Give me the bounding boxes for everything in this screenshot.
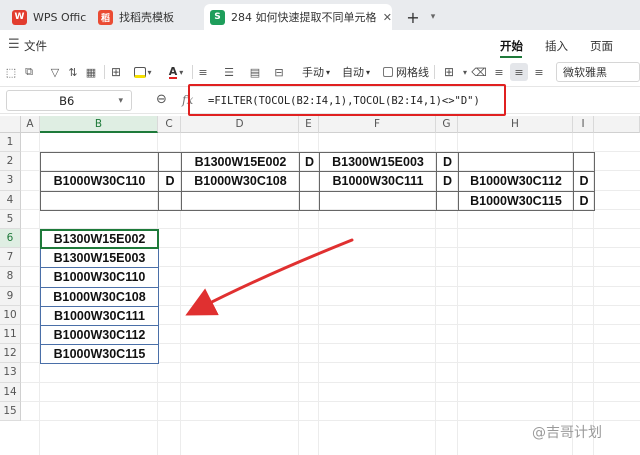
tab-label: 284 如何快速提取不同单元格的内 xyxy=(231,11,377,24)
tab-bar: W WPS Office 稻 找稻壳模板 S 284 如何快速提取不同单元格的内… xyxy=(0,0,640,30)
manual-label: 手动 xyxy=(301,66,324,79)
close-icon[interactable]: ✕ xyxy=(383,11,392,24)
paint-bucket-icon xyxy=(134,66,147,78)
hamburger-menu-icon[interactable]: ☰ xyxy=(8,37,20,52)
wps-window: W WPS Office 稻 找稻壳模板 S 284 如何快速提取不同单元格的内… xyxy=(0,0,640,455)
checkbox[interactable] xyxy=(383,67,393,77)
clear-icon[interactable]: ⌫ xyxy=(471,63,487,81)
name-box-value: B6 xyxy=(59,93,75,108)
font-color-button[interactable]: A ▾ xyxy=(164,63,188,81)
toolbar-separator xyxy=(104,65,105,79)
align-left-icon[interactable]: ≡ xyxy=(492,63,506,81)
copy-icon[interactable]: ⧉ xyxy=(22,63,36,81)
table-icon[interactable]: ⊞ xyxy=(440,63,458,81)
menu-bar: ☰ 文件 开始 插入 页面 xyxy=(0,30,640,60)
annotation-arrow xyxy=(185,238,354,316)
formula-bar: B6 ▾ ⊖ fx =FILTER(TOCOL(B2:I4,1),TOCOL(B… xyxy=(0,84,640,116)
auto-label: 自动 xyxy=(341,66,364,79)
name-box[interactable]: B6 ▾ xyxy=(6,90,132,111)
tab-page[interactable]: 页面 xyxy=(590,38,613,54)
toolbar-separator xyxy=(434,65,435,79)
merge-icon[interactable]: ⊟ xyxy=(272,63,286,81)
format-painter-icon[interactable]: ⬚ xyxy=(4,63,18,81)
zoom-search-icon[interactable]: ⊖ xyxy=(156,92,167,107)
sort-icon[interactable]: ⇅ xyxy=(66,63,80,81)
docer-logo-icon: 稻 xyxy=(98,9,113,25)
align-right-icon[interactable]: ≡ xyxy=(532,63,546,81)
align-icon[interactable]: ☰ xyxy=(222,63,236,81)
arrow-path xyxy=(185,238,354,316)
gridlines-label: 网格线 xyxy=(396,66,429,79)
chevron-down-icon[interactable]: ▾ xyxy=(460,63,470,81)
align-center-icon[interactable]: ≡ xyxy=(510,63,528,81)
auto-button[interactable]: 自动 ▾ xyxy=(340,63,372,81)
active-tab-underline xyxy=(500,56,522,58)
text-wrap-icon[interactable]: ≡ xyxy=(196,63,210,81)
formula-input[interactable]: =FILTER(TOCOL(B2:I4,1),TOCOL(B2:I4,1)<>"… xyxy=(208,92,504,110)
gridlines-toggle[interactable]: 网格线 xyxy=(382,63,430,81)
table-style-icon[interactable]: ▤ xyxy=(248,63,262,81)
file-menu[interactable]: 文件 xyxy=(24,38,47,54)
tab-docer-templates[interactable]: 稻 找稻壳模板 xyxy=(92,4,200,30)
tab-home[interactable]: 开始 xyxy=(500,38,523,54)
freeze-icon[interactable]: ▦ xyxy=(84,63,98,81)
plus-icon: + xyxy=(406,7,420,27)
fill-color-icon[interactable]: ▾ xyxy=(132,63,154,81)
chevron-down-icon[interactable]: ▾ xyxy=(426,4,440,30)
chevron-down-icon[interactable]: ▾ xyxy=(118,96,123,106)
font-color-icon: A xyxy=(168,64,178,79)
border-icon[interactable]: ⊞ xyxy=(108,63,124,81)
active-cell[interactable]: B1300W15E002 xyxy=(40,229,159,250)
font-name-select[interactable]: 微软雅黑 xyxy=(556,62,640,82)
tab-label: 找稻壳模板 xyxy=(119,11,174,24)
tab-wps-office[interactable]: W WPS Office xyxy=(6,4,86,30)
filter-icon[interactable]: ▽ xyxy=(48,63,62,81)
wps-logo-icon: W xyxy=(12,9,27,25)
new-tab-button[interactable]: + xyxy=(398,4,428,30)
ribbon-toolbar: ⬚ ⧉ ▽ ⇅ ▦ ⊞ ▾ A ▾ ≡ ☰ ▤ ⊟ 手动 ▾ 自动 ▾ 网格线 ⊞ ▾… xyxy=(0,60,640,84)
watermark: @吉哥计划 xyxy=(532,425,602,441)
tab-insert[interactable]: 插入 xyxy=(545,38,568,54)
tab-label: WPS Office xyxy=(33,10,86,24)
tab-active-document[interactable]: S 284 如何快速提取不同单元格的内 ✕ xyxy=(204,4,392,30)
spreadsheet-s-icon: S xyxy=(210,9,225,25)
manual-button[interactable]: 手动 ▾ xyxy=(300,63,332,81)
spreadsheet-grid[interactable]: ABCDEFGHI 1 2 3 4 5 6 7 8 9 10 11 12 13 14 15 B1300W15… xyxy=(0,116,640,455)
toolbar-separator xyxy=(192,65,193,79)
font-name-value: 微软雅黑 xyxy=(563,66,607,79)
